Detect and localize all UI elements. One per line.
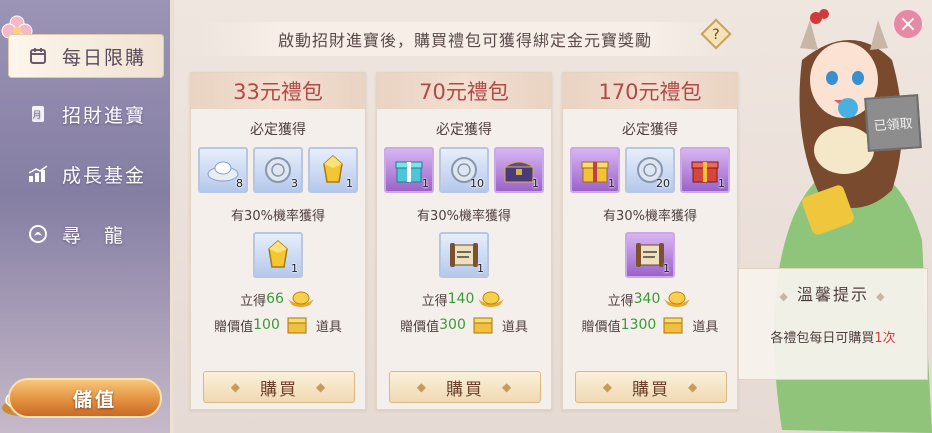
chance-item[interactable]: 1: [439, 232, 489, 278]
calendar-icon: [28, 46, 48, 66]
gold-gem-icon: [268, 239, 288, 268]
diamond-ornament-icon: ◆: [876, 290, 887, 303]
pack-item[interactable]: 1: [494, 147, 544, 193]
info-banner: 啟動招財進寶後，購買禮包可獲得綁定金元寶獎勵: [200, 22, 730, 56]
gift-box-icon: [395, 161, 423, 183]
close-icon: ×: [898, 11, 918, 37]
diamond-ornament-icon: ◆: [230, 380, 242, 394]
sidebar-item-fortune[interactable]: 月 招財進寶: [8, 92, 164, 136]
pack-card-170: 170元禮包 必定獲得 1 20 1 有30%機率獲得 1 立得 340 贈價值 1…: [562, 72, 738, 410]
gold-ingot-icon: [664, 291, 691, 307]
red-gift-box-icon: [691, 161, 719, 183]
tips-text: 各禮包每日可購買1次: [770, 331, 896, 346]
deposit-label: 儲值: [72, 388, 117, 411]
chance-item[interactable]: 1: [625, 232, 675, 278]
gift-value: 贈價值 300 道具: [400, 317, 528, 335]
guaranteed-label: 必定獲得: [436, 122, 492, 138]
instant-reward: 立得 340: [563, 288, 737, 310]
guaranteed-label: 必定獲得: [622, 122, 678, 138]
gold-chest-icon: [663, 317, 683, 334]
chance-label: 有30%機率獲得: [231, 209, 325, 224]
sidebar-item-label: 成長基金: [62, 164, 147, 187]
pack-title: 170元禮包: [563, 73, 737, 109]
diamond-ornament-icon: ◆: [502, 380, 514, 394]
pack-card-33: 33元禮包 必定獲得 8 3 1 有30%機率獲得 1 立得 66 贈價值 100 …: [190, 72, 366, 410]
tips-panel: ◆ 溫馨提示 ◆ 各禮包每日可購買1次: [738, 268, 928, 380]
diamond-ornament-icon: ◆: [688, 380, 700, 394]
tips-title: ◆ 溫馨提示 ◆: [779, 285, 887, 304]
pack-item[interactable]: 8: [198, 147, 248, 193]
scroll-icon: [450, 243, 478, 267]
instant-reward: 立得 140: [377, 288, 551, 310]
deposit-button[interactable]: 儲值: [8, 378, 162, 418]
diamond-ornament-icon: ◆: [316, 380, 328, 394]
banner-text: 啟動招財進寶後，購買禮包可獲得綁定金元寶獎勵: [277, 31, 652, 50]
scroll-icon: [636, 243, 664, 267]
sidebar-item-dragon-seek[interactable]: 尋 龍: [8, 212, 164, 256]
buy-button[interactable]: ◆ 購買 ◆: [575, 371, 727, 403]
sidebar-item-growth-fund[interactable]: 成長基金: [8, 152, 164, 196]
pack-item[interactable]: 1: [308, 147, 358, 193]
chance-label: 有30%機率獲得: [417, 209, 511, 224]
pack-card-70: 70元禮包 必定獲得 1 10 1 有30%機率獲得 1 立得 140 贈價值 30…: [376, 72, 552, 410]
sidebar-item-label: 招財進寶: [62, 104, 147, 127]
buy-button[interactable]: ◆ 購買 ◆: [389, 371, 541, 403]
sidebar-item-daily-limited[interactable]: 每日限購: [8, 34, 164, 78]
diamond-ornament-icon: ◆: [779, 290, 790, 303]
gold-ingot-icon: [287, 291, 314, 307]
instant-reward: 立得 66: [191, 288, 365, 310]
svg-text:月: 月: [32, 110, 43, 121]
claimed-badge: 已領取: [864, 94, 922, 152]
pack-title: 33元禮包: [191, 73, 365, 109]
gift-value: 贈價值 100 道具: [214, 317, 342, 335]
guaranteed-label: 必定獲得: [250, 122, 306, 138]
buy-button[interactable]: ◆ 購買 ◆: [203, 371, 355, 403]
diamond-ornament-icon: ◆: [416, 380, 428, 394]
pack-item[interactable]: 1: [384, 147, 434, 193]
gold-gift-box-icon: [581, 161, 609, 183]
close-button[interactable]: ×: [892, 8, 924, 40]
silver-coin-icon: [265, 157, 291, 183]
sidebar-item-label: 尋 龍: [62, 224, 126, 247]
diamond-ornament-icon: ◆: [602, 380, 614, 394]
scroll-icon: 月: [28, 104, 48, 124]
treasure-chest-icon: [503, 161, 535, 183]
pack-item[interactable]: 10: [439, 147, 489, 193]
pack-item[interactable]: 3: [253, 147, 303, 193]
chance-item[interactable]: 1: [253, 232, 303, 278]
pack-item[interactable]: 20: [625, 147, 675, 193]
svg-text:?: ?: [712, 27, 719, 43]
gold-ingot-icon: [478, 291, 505, 307]
growth-chart-icon: [28, 164, 48, 184]
pack-title: 70元禮包: [377, 73, 551, 109]
dragon-icon: [28, 224, 48, 244]
gold-gem-icon: [323, 154, 343, 183]
silver-ingot-icon: [207, 161, 239, 182]
sidebar: 每日限購 月 招財進寶 成長基金 尋 龍 儲值: [0, 0, 172, 433]
gold-chest-icon: [473, 317, 493, 334]
pack-item[interactable]: 1: [570, 147, 620, 193]
gift-value: 贈價值 1300 道具: [581, 317, 719, 335]
chance-label: 有30%機率獲得: [603, 209, 697, 224]
sidebar-item-label: 每日限購: [62, 46, 147, 69]
gold-chest-icon: [287, 317, 307, 334]
